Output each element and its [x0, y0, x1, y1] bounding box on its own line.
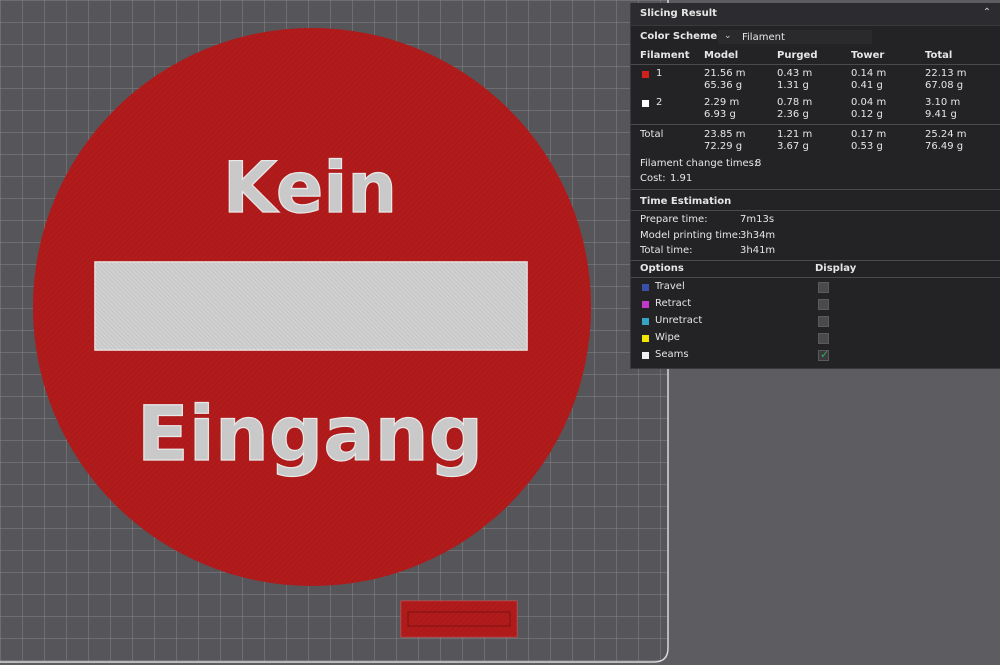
option-unretract-checkbox[interactable]: [818, 316, 829, 327]
option-retract-checkbox[interactable]: [818, 299, 829, 310]
travel-color-swatch: [642, 284, 649, 291]
wipe-color-swatch: [642, 335, 649, 342]
color-scheme-row: Color Scheme ⌄ Filament: [640, 30, 995, 46]
total-time-label: Total time:: [640, 245, 693, 256]
collapse-icon[interactable]: ⌃: [981, 7, 993, 19]
cost-label: Cost:: [640, 173, 666, 184]
panel-title: Slicing Result: [640, 8, 717, 19]
filament-2-id: 2: [656, 97, 663, 108]
printing-time-label: Model printing time:: [640, 230, 742, 241]
seams-color-swatch: [642, 352, 649, 359]
option-seams-checkbox[interactable]: ✓: [818, 348, 830, 361]
filament-2-total-length: 3.10 m: [925, 97, 961, 108]
filament-1-tower-length: 0.14 m: [851, 68, 887, 79]
header-filament: Filament: [640, 50, 690, 61]
filament-2-purged-length: 0.78 m: [777, 97, 813, 108]
checkmark-icon: ✓: [820, 348, 830, 361]
total-total-length: 25.24 m: [925, 129, 967, 140]
filament-2-model-weight: 6.93 g: [704, 109, 736, 120]
prepare-time-label: Prepare time:: [640, 214, 708, 225]
option-travel-checkbox[interactable]: [818, 282, 829, 293]
prepare-time-value: 7m13s: [740, 214, 775, 225]
divider: [631, 189, 1000, 190]
divider: [631, 124, 1000, 125]
filament-1-total-weight: 67.08 g: [925, 80, 964, 91]
filament-change-value: 8: [755, 158, 762, 169]
filament-2-tower-length: 0.04 m: [851, 97, 887, 108]
slicing-result-panel: Slicing Result ⌃ Color Scheme ⌄ Filament…: [630, 3, 1000, 369]
total-tower-weight: 0.53 g: [851, 141, 883, 152]
total-total-weight: 76.49 g: [925, 141, 964, 152]
total-model-length: 23.85 m: [704, 129, 746, 140]
total-model-weight: 72.29 g: [704, 141, 743, 152]
filament-1-id: 1: [656, 68, 663, 79]
filament-2-model-length: 2.29 m: [704, 97, 740, 108]
option-wipe-checkbox[interactable]: [818, 333, 829, 344]
divider: [631, 64, 1000, 65]
header-total: Total: [925, 50, 953, 61]
filament-1-swatch: [642, 71, 649, 78]
header-model: Model: [704, 50, 739, 61]
filament-1-total-length: 22.13 m: [925, 68, 967, 79]
sign-text-bottom: Eingang: [137, 389, 483, 478]
filament-1-purged-length: 0.43 m: [777, 68, 813, 79]
total-time-value: 3h41m: [740, 245, 776, 256]
chevron-down-icon: ⌄: [724, 31, 732, 41]
total-tower-length: 0.17 m: [851, 129, 887, 140]
option-seams-label: Seams: [655, 349, 689, 360]
total-purged-weight: 3.67 g: [777, 141, 809, 152]
header-tower: Tower: [851, 50, 885, 61]
display-header: Display: [815, 263, 857, 274]
divider: [631, 210, 1000, 211]
time-estimation-title: Time Estimation: [640, 196, 732, 207]
color-scheme-value: Filament: [742, 32, 785, 43]
filament-change-label: Filament change times:: [640, 158, 758, 169]
filament-1-purged-weight: 1.31 g: [777, 80, 809, 91]
filament-2-purged-weight: 2.36 g: [777, 109, 809, 120]
color-scheme-label: Color Scheme: [640, 31, 718, 42]
filament-1-model-length: 21.56 m: [704, 68, 746, 79]
cost-value: 1.91: [670, 173, 693, 184]
option-travel-label: Travel: [655, 281, 685, 292]
filament-2-tower-weight: 0.12 g: [851, 109, 883, 120]
filament-2-total-weight: 9.41 g: [925, 109, 957, 120]
retract-color-swatch: [642, 301, 649, 308]
header-purged: Purged: [777, 50, 818, 61]
total-label: Total: [640, 129, 664, 140]
option-unretract-label: Unretract: [655, 315, 703, 326]
filament-2-swatch: [642, 100, 649, 107]
sign-text-top: Kein: [223, 147, 397, 229]
options-header: Options: [640, 263, 684, 274]
option-wipe-label: Wipe: [655, 332, 680, 343]
divider: [631, 260, 1000, 261]
divider: [631, 277, 1000, 278]
filament-1-tower-weight: 0.41 g: [851, 80, 883, 91]
total-purged-length: 1.21 m: [777, 129, 813, 140]
option-retract-label: Retract: [655, 298, 692, 309]
unretract-color-swatch: [642, 318, 649, 325]
filament-1-model-weight: 65.36 g: [704, 80, 743, 91]
printing-time-value: 3h34m: [740, 230, 776, 241]
panel-header[interactable]: Slicing Result ⌃: [631, 3, 1000, 26]
color-scheme-dropdown[interactable]: ⌄ Filament: [718, 30, 872, 44]
